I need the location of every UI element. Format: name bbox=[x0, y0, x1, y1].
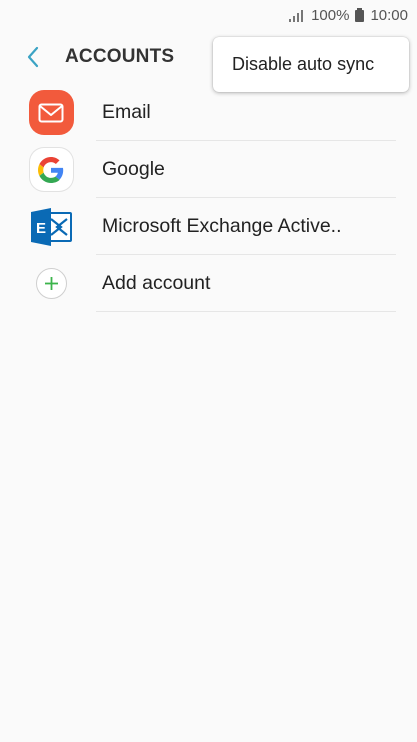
account-item-google[interactable]: Google bbox=[0, 141, 417, 198]
account-item-email[interactable]: Email bbox=[0, 84, 417, 141]
add-icon bbox=[35, 268, 67, 299]
overflow-menu: Disable auto sync bbox=[213, 37, 409, 92]
account-item-exchange[interactable]: E Microsoft Exchange Active.. bbox=[0, 198, 417, 255]
account-label: Email bbox=[102, 101, 151, 123]
email-icon bbox=[28, 90, 74, 135]
signal-icon bbox=[289, 9, 305, 22]
back-button[interactable] bbox=[3, 30, 63, 84]
page-title: ACCOUNTS bbox=[65, 46, 175, 67]
svg-text:E: E bbox=[36, 220, 46, 237]
exchange-icon: E bbox=[31, 207, 72, 246]
back-arrow-icon bbox=[27, 46, 39, 68]
battery-percent: 100% bbox=[311, 6, 350, 24]
account-label: Google bbox=[102, 158, 165, 180]
menu-item-disable-auto-sync[interactable]: Disable auto sync bbox=[232, 54, 374, 75]
clock: 10:00 bbox=[370, 6, 408, 24]
google-icon bbox=[29, 148, 73, 191]
battery-icon bbox=[355, 8, 365, 22]
account-label: Microsoft Exchange Active.. bbox=[102, 215, 342, 237]
divider bbox=[96, 311, 396, 312]
account-list: Email Google E Microsoft Exchange Active… bbox=[0, 84, 417, 312]
status-bar: 100% 10:00 bbox=[0, 0, 417, 30]
add-account-button[interactable]: Add account bbox=[0, 255, 417, 312]
add-account-label: Add account bbox=[102, 272, 211, 294]
